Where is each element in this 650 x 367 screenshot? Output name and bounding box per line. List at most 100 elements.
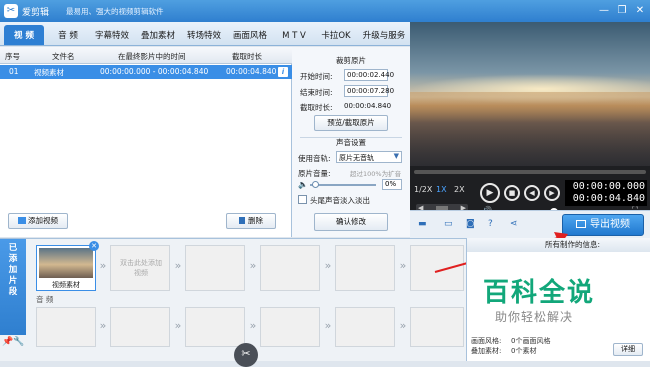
chevron-right-icon: »: [99, 259, 107, 272]
timeline-panel: 已添加片段 📌 🔧 视频素材 ✕ » 双击此处添加视频 » » » » 音 频 …: [0, 238, 466, 367]
remove-clip-icon[interactable]: ✕: [89, 241, 99, 251]
pin-icon[interactable]: 📌: [2, 337, 13, 347]
crop-duration-label: 截取时长:: [300, 103, 333, 112]
crop-title: 裁剪原片: [336, 56, 366, 65]
row-duration: 00:00:04.840: [226, 67, 277, 76]
table-row[interactable]: 01 视频素材 00:00:00.000 - 00:00:04.840 00:0…: [0, 65, 292, 79]
chevron-right-icon: »: [99, 319, 107, 332]
export-icon: [576, 220, 586, 228]
col-index: 序号: [5, 52, 20, 61]
watermark-sub: 助你轻松解决: [495, 310, 574, 324]
tab-mtv[interactable]: M T V: [274, 25, 314, 45]
preview-clouds: [410, 92, 650, 166]
clip-list-panel: 序号 文件名 在最终影片中的时间 截取时长 01 视频素材 00:00:00.0…: [0, 47, 292, 237]
playback-progress-bar[interactable]: [414, 170, 646, 174]
chevron-right-icon: »: [174, 319, 182, 332]
audio-slot[interactable]: [410, 307, 464, 347]
chevron-right-icon: »: [324, 319, 332, 332]
chevron-right-icon: »: [249, 319, 257, 332]
tab-audio[interactable]: 音 频: [48, 25, 88, 45]
volume-slider[interactable]: [310, 184, 376, 186]
empty-clip-slot[interactable]: [185, 245, 245, 291]
end-time-input[interactable]: 00:00:07.280: [344, 85, 394, 97]
speed-double[interactable]: 2X: [454, 185, 465, 194]
added-clips-label: 已添加片段: [8, 243, 18, 297]
clip-list-header: 序号 文件名 在最终影片中的时间 截取时长: [0, 47, 292, 64]
next-frame-icon[interactable]: ▶: [544, 185, 560, 201]
audio-slot[interactable]: [185, 307, 245, 347]
tab-subtitle-effects[interactable]: 字幕特效: [90, 25, 134, 45]
prev-frame-icon[interactable]: ◀: [524, 185, 540, 201]
audio-track-select[interactable]: 原片无音轨 ▼: [336, 151, 402, 163]
row-filename: 视频素材: [34, 68, 64, 77]
add-video-label: 添加视频: [28, 216, 58, 225]
audio-slot[interactable]: [110, 307, 170, 347]
scissors-icon[interactable]: ✂: [234, 343, 258, 367]
open-folder-icon[interactable]: ▬: [418, 219, 427, 229]
crop-panel: 裁剪原片 开始时间: 00:00:02.440 结束时间: 00:00:07.2…: [292, 47, 410, 237]
col-filename: 文件名: [52, 52, 75, 61]
audio-slot[interactable]: [335, 307, 395, 347]
audio-track-label: 音 频: [36, 295, 54, 304]
col-duration: 截取时长: [232, 52, 262, 61]
close-icon[interactable]: ✕: [632, 3, 648, 19]
empty-clip-slot[interactable]: [335, 245, 395, 291]
app-slogan: 最易用、强大的视频剪辑软件: [66, 7, 164, 16]
delete-label: 删除: [248, 216, 263, 225]
app-logo-icon: ✂: [4, 4, 18, 18]
picture-style-value: 0个画面风格: [511, 337, 551, 345]
empty-clip-slot[interactable]: [260, 245, 320, 291]
clip-label: 视频素材: [52, 281, 80, 289]
picture-style-label: 画面风格:: [471, 337, 502, 345]
preview-crop-button[interactable]: 预览/截取原片: [314, 115, 388, 131]
info-icon[interactable]: i: [278, 67, 288, 77]
delete-button[interactable]: 删除: [226, 213, 276, 229]
video-preview[interactable]: [410, 22, 650, 166]
volume-label: 原片音量:: [298, 169, 331, 178]
volume-value-input[interactable]: 0%: [382, 179, 402, 190]
empty-clip-slot[interactable]: 双击此处添加视频: [110, 245, 170, 291]
minimize-icon[interactable]: —: [596, 3, 612, 19]
speed-normal[interactable]: 1X: [436, 185, 447, 194]
stop-icon[interactable]: ■: [504, 185, 520, 201]
audio-slot[interactable]: [36, 307, 96, 347]
play-icon[interactable]: ▶: [480, 183, 500, 203]
add-video-icon: [18, 217, 26, 224]
speaker-icon: 🔈: [298, 180, 308, 189]
volume-hint: 超过100%为扩音: [350, 170, 402, 178]
added-clips-tab[interactable]: 已添加片段: [0, 239, 26, 335]
wrench-icon[interactable]: 🔧: [13, 337, 24, 347]
video-clip-thumb[interactable]: 视频素材 ✕: [36, 241, 99, 291]
start-time-input[interactable]: 00:00:02.440: [344, 69, 394, 81]
audio-slot[interactable]: [260, 307, 320, 347]
speed-half[interactable]: 1/2X: [414, 185, 432, 194]
add-video-button[interactable]: 添加视频: [8, 213, 68, 229]
trash-icon: [239, 217, 245, 224]
restore-icon[interactable]: ❐: [614, 3, 630, 19]
timecode-display: 00:00:00.000 00:00:04.840: [565, 180, 647, 206]
chevron-right-icon: »: [174, 259, 182, 272]
main-tab-bar: 视 频 音 频 字幕特效 叠加素材 转场特效 画面风格 M T V 卡拉OK 升…: [0, 22, 410, 46]
chevron-right-icon: »: [324, 259, 332, 272]
tab-karaoke[interactable]: 卡拉OK: [316, 25, 356, 45]
title-bar: ✂ 爱剪辑 最易用、强大的视频剪辑软件 — ❐ ✕: [0, 0, 650, 22]
start-time-label: 开始时间:: [300, 72, 333, 81]
detail-button[interactable]: 详细: [613, 343, 643, 356]
tab-upgrade-service[interactable]: 升级与服务: [358, 25, 410, 45]
chevron-down-icon: ▼: [393, 152, 399, 160]
tab-overlay-material[interactable]: 叠加素材: [136, 25, 180, 45]
tab-picture-style[interactable]: 画面风格: [228, 25, 272, 45]
clip-thumbnail: [39, 248, 93, 278]
audio-settings-title: 声音设置: [336, 138, 366, 147]
volume-slider-knob[interactable]: [312, 181, 319, 188]
app-name: 爱剪辑: [22, 8, 50, 18]
tab-transition-effects[interactable]: 转场特效: [182, 25, 226, 45]
fade-checkbox[interactable]: [298, 195, 307, 204]
confirm-button[interactable]: 确认修改: [314, 213, 388, 231]
info-title: 所有制作的信息:: [467, 238, 650, 252]
overlay-label: 叠加素材:: [471, 347, 502, 355]
export-video-label: 导出视频: [590, 219, 630, 230]
crop-duration-value: 00:00:04.840: [344, 102, 392, 110]
audio-track-label: 使用音轨:: [298, 154, 331, 163]
tab-video[interactable]: 视 频: [4, 25, 44, 45]
